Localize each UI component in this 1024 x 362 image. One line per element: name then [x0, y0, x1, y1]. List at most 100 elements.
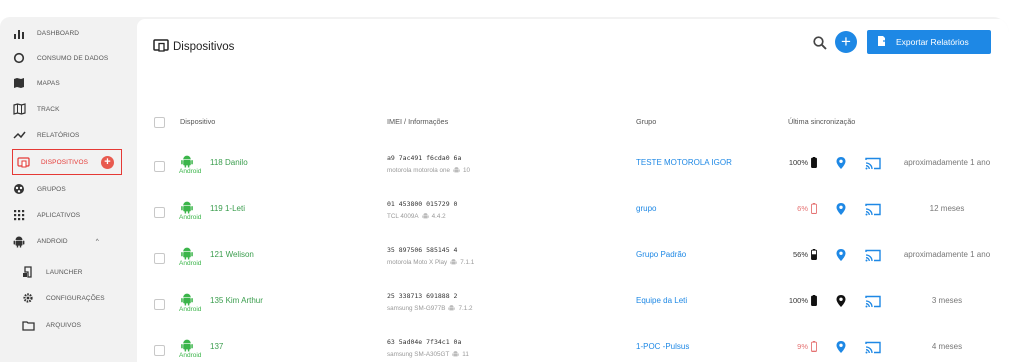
android-icon [181, 339, 193, 352]
cast-screen-icon[interactable] [865, 341, 881, 354]
imei-value: 25 338713 691888 2 [387, 292, 458, 300]
battery-status: 100% [781, 157, 817, 168]
add-device-badge[interactable]: + [101, 156, 114, 169]
devices-icon [153, 39, 169, 55]
row-checkbox[interactable] [154, 161, 165, 172]
imei-value: 63 5ad04e 7f34c1 0a [387, 338, 462, 346]
group-link[interactable]: Grupo Padrão [636, 250, 686, 259]
sidebar-item-label: TRACK [37, 105, 60, 113]
sidebar-item-mapas[interactable]: MAPAS [12, 73, 60, 93]
os-label: Android [179, 260, 202, 267]
table-row[interactable]: Android 119 1-Leti 01 453800 015729 0 TC… [137, 189, 1009, 235]
search-icon[interactable] [812, 35, 828, 51]
last-sync: aproximadamente 1 ano [903, 158, 991, 167]
location-pin-icon[interactable] [835, 248, 847, 262]
version-text: 7.1.1 [460, 258, 475, 266]
column-header-imei[interactable]: IMEI / Informações [387, 117, 448, 126]
android-icon [181, 247, 193, 260]
last-sync: 12 meses [929, 204, 965, 213]
sidebar-item-launcher[interactable]: LAUNCHER [21, 262, 83, 282]
last-sync: 4 meses [931, 342, 963, 351]
sidebar-item-label: GRUPOS [37, 185, 66, 193]
row-checkbox[interactable] [154, 207, 165, 218]
device-name-link[interactable]: 121 Welison [210, 250, 254, 259]
os-label: Android [179, 352, 202, 359]
battery-percent: 56% [792, 250, 808, 259]
version-text: 4.4.2 [431, 212, 446, 220]
table-row[interactable]: Android 137 63 5ad04e 7f34c1 0a samsung … [137, 327, 1009, 362]
battery-icon [811, 341, 817, 352]
sidebar-item-arquivos[interactable]: ARQUIVOS [21, 315, 81, 335]
battery-percent: 6% [797, 204, 808, 213]
sidebar-item-consumo-de-dados[interactable]: CONSUMO DE DADOS [12, 48, 108, 68]
sidebar-item-label: LAUNCHER [46, 268, 83, 276]
device-model: samsung SM-A305GT 11 [387, 350, 469, 358]
imei-value: a9 7ac491 f6cda0 6a [387, 154, 462, 162]
device-model: TCL 4009A 4.4.2 [387, 212, 446, 220]
android-icon [12, 234, 26, 248]
group-link[interactable]: 1-POC -Pulsus [636, 342, 689, 351]
battery-icon [811, 249, 817, 260]
row-checkbox[interactable] [154, 253, 165, 264]
battery-percent: 100% [788, 158, 808, 167]
export-reports-button[interactable]: Exportar Relatórios [867, 30, 991, 54]
track-map-icon [12, 102, 26, 116]
android-version-icon [421, 213, 429, 219]
sidebar-item-configuracoes[interactable]: CONFIGURAÇÕES [21, 288, 105, 308]
groups-icon [12, 182, 26, 196]
sidebar-item-track[interactable]: TRACK [12, 99, 60, 119]
model-text: motorola motorola one [387, 166, 451, 174]
table-row[interactable]: Android 121 Welison 35 897506 585145 4 m… [137, 235, 1009, 281]
sidebar-item-dispositivos[interactable]: DISPOSITIVOS + [12, 149, 122, 175]
column-header-device[interactable]: Dispositivo [180, 117, 215, 126]
device-model: samsung SM-G977B 7.1.2 [387, 304, 472, 312]
android-icon [181, 155, 193, 168]
group-link[interactable]: grupo [636, 204, 656, 213]
cast-screen-icon[interactable] [865, 249, 881, 262]
sidebar: DASHBOARD CONSUMO DE DADOS MAPAS TRACK R… [0, 17, 135, 362]
group-link[interactable]: TESTE MOTOROLA IGOR [636, 158, 732, 167]
select-all-checkbox[interactable] [154, 117, 165, 128]
imei-value: 01 453800 015729 0 [387, 200, 458, 208]
sidebar-item-android[interactable]: ANDROID ^ [12, 231, 99, 251]
row-checkbox[interactable] [154, 345, 165, 356]
sidebar-item-dashboard[interactable]: DASHBOARD [12, 23, 79, 43]
android-icon [181, 293, 193, 306]
location-pin-icon[interactable] [835, 156, 847, 170]
cast-screen-icon[interactable] [865, 203, 881, 216]
version-text: 11 [462, 350, 469, 358]
model-text: motorola Moto X Play [387, 258, 448, 266]
device-model: motorola Moto X Play 7.1.1 [387, 258, 474, 266]
last-sync: aproximadamente 1 ano [903, 250, 991, 259]
column-header-group[interactable]: Grupo [636, 117, 656, 126]
location-pin-icon[interactable] [835, 202, 847, 216]
device-name-link[interactable]: 135 Kim Arthur [210, 296, 263, 305]
table-row[interactable]: Android 135 Kim Arthur 25 338713 691888 … [137, 281, 1009, 327]
table-row[interactable]: Android 118 Danilo a9 7ac491 f6cda0 6a m… [137, 143, 1009, 189]
battery-icon [811, 157, 817, 168]
main-panel: Dispositivos + Exportar Relatórios Dispo… [137, 19, 1009, 362]
map-icon [12, 76, 26, 90]
sidebar-item-grupos[interactable]: GRUPOS [12, 179, 66, 199]
sidebar-item-label: CONFIGURAÇÕES [46, 294, 105, 302]
column-header-sync[interactable]: Última sincronização [788, 117, 855, 126]
battery-status: 6% [781, 203, 817, 214]
export-label: Exportar Relatórios [896, 37, 969, 47]
sidebar-item-relatorios[interactable]: RELATÓRIOS [12, 125, 79, 145]
location-pin-icon[interactable] [835, 294, 847, 308]
apps-grid-icon [12, 208, 26, 222]
group-link[interactable]: Equipe da Leti [636, 296, 687, 305]
os-label: Android [179, 168, 202, 175]
device-name-link[interactable]: 119 1-Leti [210, 204, 245, 213]
cast-screen-icon[interactable] [865, 157, 881, 170]
app-window: DASHBOARD CONSUMO DE DADOS MAPAS TRACK R… [0, 17, 1009, 362]
sidebar-item-aplicativos[interactable]: APLICATIVOS [12, 205, 80, 225]
location-pin-icon[interactable] [835, 340, 847, 354]
cast-screen-icon[interactable] [865, 295, 881, 308]
add-device-button[interactable]: + [835, 31, 857, 53]
chevron-up-icon[interactable]: ^ [96, 238, 99, 245]
row-checkbox[interactable] [154, 299, 165, 310]
battery-icon [811, 203, 817, 214]
device-name-link[interactable]: 137 [210, 342, 223, 351]
device-name-link[interactable]: 118 Danilo [210, 158, 248, 167]
